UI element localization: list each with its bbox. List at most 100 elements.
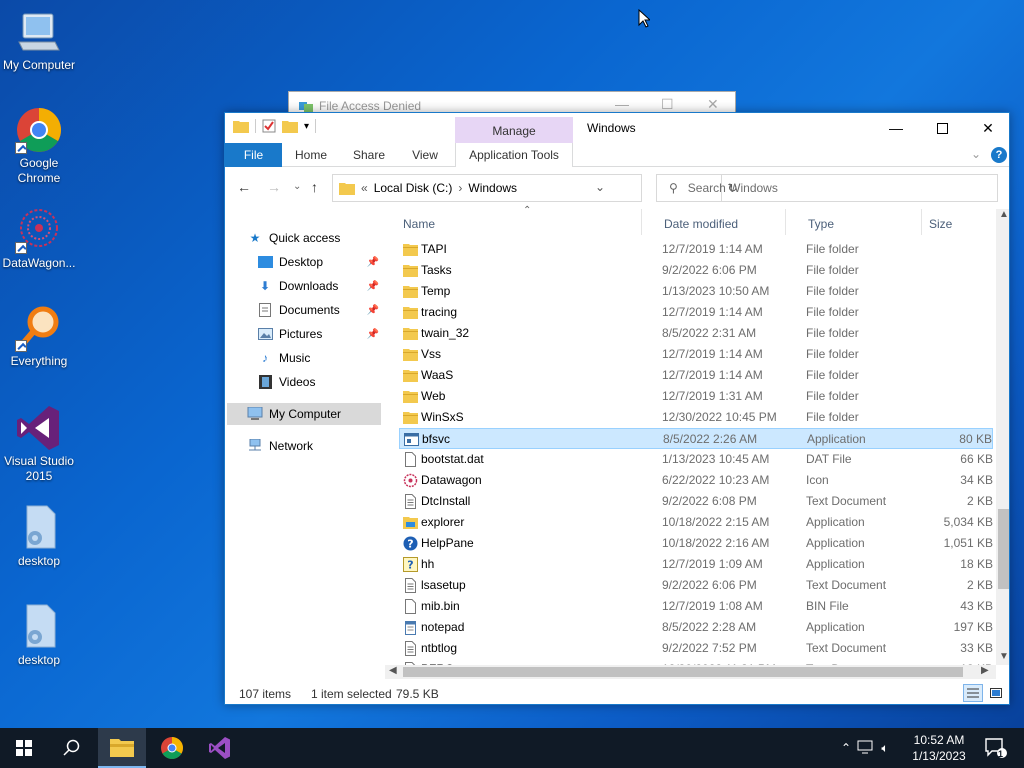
manage-contextual-tab[interactable]: Manage <box>455 117 573 143</box>
file-row[interactable]: WaaS 12/7/2019 1:14 AM File folder <box>399 365 993 386</box>
file-row[interactable]: Datawagon 6/22/2022 10:23 AM Icon 34 KB <box>399 470 993 491</box>
start-button[interactable] <box>0 728 48 768</box>
taskbar-file-explorer[interactable] <box>98 728 146 768</box>
desktop-icon-visual-studio[interactable]: Visual Studio 2015 <box>0 404 78 484</box>
properties-icon[interactable] <box>262 119 276 133</box>
computer-icon <box>247 406 263 422</box>
file-date-modified: 12/7/2019 1:31 AM <box>662 389 763 403</box>
dialog-minimize-button[interactable]: — <box>615 96 629 112</box>
ribbon-expand-icon[interactable]: ⌄ <box>971 147 981 161</box>
search-box[interactable]: ⚲ Search Windows <box>656 174 998 202</box>
file-row[interactable]: TAPI 12/7/2019 1:14 AM File folder <box>399 239 993 260</box>
file-list[interactable]: ⌃ Name Date modified Type Size TAPI 12/7/… <box>385 205 1009 679</box>
action-center-button[interactable]: 1 <box>976 728 1016 768</box>
customize-toolbar-icon[interactable]: ▾ <box>304 121 309 132</box>
file-row[interactable]: mib.bin 12/7/2019 1:08 AM BIN File 43 KB <box>399 596 993 617</box>
taskbar-clock[interactable]: 10:52 AM 1/13/2023 <box>906 732 972 764</box>
file-row[interactable]: Web 12/7/2019 1:31 AM File folder <box>399 386 993 407</box>
file-date-modified: 12/7/2019 1:08 AM <box>662 599 763 613</box>
network-status-icon[interactable] <box>854 740 876 757</box>
file-name: bootstat.dat <box>421 452 484 466</box>
file-row[interactable]: Vss 12/7/2019 1:14 AM File folder <box>399 344 993 365</box>
minimize-button[interactable]: — <box>873 113 919 143</box>
title-bar[interactable]: ▾ Manage Windows — ✕ <box>225 113 1009 143</box>
nav-quick-access[interactable]: ★ Quick access <box>247 227 405 249</box>
scroll-left-arrow-icon[interactable]: ◀ <box>389 665 397 676</box>
file-row[interactable]: tracing 12/7/2019 1:14 AM File folder <box>399 302 993 323</box>
folder-icon <box>233 121 249 133</box>
tab-application-tools[interactable]: Application Tools <box>455 143 573 167</box>
file-row[interactable]: ntbtlog 9/2/2022 7:52 PM Text Document 33 K… <box>399 638 993 659</box>
maximize-button[interactable] <box>919 113 965 143</box>
horizontal-scrollbar[interactable]: ◀ ▶ <box>385 665 996 679</box>
scroll-down-arrow-icon[interactable]: ▼ <box>999 651 1009 662</box>
file-row[interactable]: DtcInstall 9/2/2022 6:08 PM Text Document 2… <box>399 491 993 512</box>
help-icon[interactable]: ? <box>991 147 1007 163</box>
close-button[interactable]: ✕ <box>965 113 1009 143</box>
taskbar-search-button[interactable] <box>48 728 96 768</box>
desktop-icon-desktop-1[interactable]: desktop <box>0 504 78 569</box>
up-button[interactable]: ↑ <box>311 179 318 195</box>
address-bar[interactable]: « Local Disk (C:) › Windows ⌄ ↻ <box>332 174 738 202</box>
file-name: explorer <box>421 515 465 529</box>
desktop-icon-google-chrome[interactable]: Google Chrome <box>0 106 78 186</box>
tab-home[interactable]: Home <box>289 143 333 167</box>
file-row[interactable]: Temp 1/13/2023 10:50 AM File folder <box>399 281 993 302</box>
ribbon: File Home Share View Application Tools ⌄… <box>225 143 1009 167</box>
show-hidden-icons-icon[interactable]: ⌃ <box>838 741 854 755</box>
nav-my-computer[interactable]: My Computer <box>227 403 381 425</box>
file-row[interactable]: WinSxS 12/30/2022 10:45 PM File folder <box>399 407 993 428</box>
breadcrumb-windows[interactable]: Windows <box>468 181 517 195</box>
nav-videos[interactable]: Videos <box>257 371 383 393</box>
address-overflow[interactable]: « <box>361 181 368 195</box>
nav-documents[interactable]: Documents 📌 <box>257 299 383 321</box>
scroll-up-arrow-icon[interactable]: ▲ <box>999 209 1009 220</box>
file-row[interactable]: lsasetup 9/2/2022 6:06 PM Text Document 2 K… <box>399 575 993 596</box>
pin-icon[interactable]: 📌 <box>367 329 379 340</box>
pin-icon[interactable]: 📌 <box>367 257 379 268</box>
pin-icon[interactable]: 📌 <box>367 281 379 292</box>
nav-desktop[interactable]: Desktop 📌 <box>257 251 383 273</box>
file-row[interactable]: explorer 10/18/2022 2:15 AM Application 5,0… <box>399 512 993 533</box>
file-row[interactable]: Tasks 9/2/2022 6:06 PM File folder <box>399 260 993 281</box>
file-explorer-window[interactable]: ▾ Manage Windows — ✕ File Home Share Vie… <box>224 112 1010 705</box>
desktop-icon-my-computer[interactable]: My Computer <box>0 8 78 73</box>
scroll-right-arrow-icon[interactable]: ▶ <box>981 665 989 676</box>
back-button[interactable]: ← <box>237 179 251 195</box>
recent-locations-button[interactable]: ⌄ <box>293 181 301 192</box>
file-row[interactable]: bootstat.dat 1/13/2023 10:45 AM DAT File 66… <box>399 449 993 470</box>
nav-downloads[interactable]: ⬇ Downloads 📌 <box>257 275 383 297</box>
everything-search-icon <box>15 304 63 352</box>
breadcrumb-local-disk[interactable]: Local Disk (C:) <box>374 181 453 195</box>
nav-pictures[interactable]: Pictures 📌 <box>257 323 383 345</box>
vertical-scrollbar[interactable]: ▲ ▼ <box>996 209 1009 665</box>
desktop-icon-datawagon[interactable]: DataWagon... <box>0 206 78 271</box>
dialog-close-button[interactable]: ✕ <box>707 96 719 113</box>
pin-icon[interactable]: 📌 <box>367 305 379 316</box>
tab-file[interactable]: File <box>225 143 282 167</box>
file-row[interactable]: ? HelpPane 10/18/2022 2:16 AM Application 1,… <box>399 533 993 554</box>
tab-share[interactable]: Share <box>347 143 391 167</box>
file-name: HelpPane <box>421 536 474 550</box>
desktop-icon-desktop-2[interactable]: desktop <box>0 603 78 668</box>
desktop-icon-everything[interactable]: Everything <box>0 304 78 369</box>
tab-view[interactable]: View <box>403 143 447 167</box>
dialog-maximize-button[interactable]: ☐ <box>661 96 674 113</box>
file-icon <box>403 599 418 614</box>
file-row[interactable]: notepad 8/5/2022 2:28 AM Application 197 KB <box>399 617 993 638</box>
taskbar-visual-studio[interactable] <box>196 728 244 768</box>
nav-network[interactable]: Network <box>247 435 405 457</box>
vertical-scroll-thumb[interactable] <box>998 509 1009 589</box>
address-dropdown-icon[interactable]: ⌄ <box>595 180 605 194</box>
file-row-selected[interactable]: bfsvc 8/5/2022 2:26 AM Application 80 KB <box>399 428 993 449</box>
volume-icon[interactable]: 🔈︎ <box>876 741 894 756</box>
file-row[interactable]: ? hh 12/7/2019 1:09 AM Application 18 KB <box>399 554 993 575</box>
taskbar-chrome[interactable] <box>148 728 196 768</box>
new-folder-icon[interactable] <box>282 119 298 133</box>
details-view-icon[interactable] <box>963 684 983 702</box>
forward-button[interactable]: → <box>267 179 281 195</box>
large-icons-view-icon[interactable] <box>987 684 1005 702</box>
nav-music[interactable]: ♪ Music <box>257 347 383 369</box>
file-row[interactable]: twain_32 8/5/2022 2:31 AM File folder <box>399 323 993 344</box>
horizontal-scroll-thumb[interactable] <box>403 667 963 677</box>
